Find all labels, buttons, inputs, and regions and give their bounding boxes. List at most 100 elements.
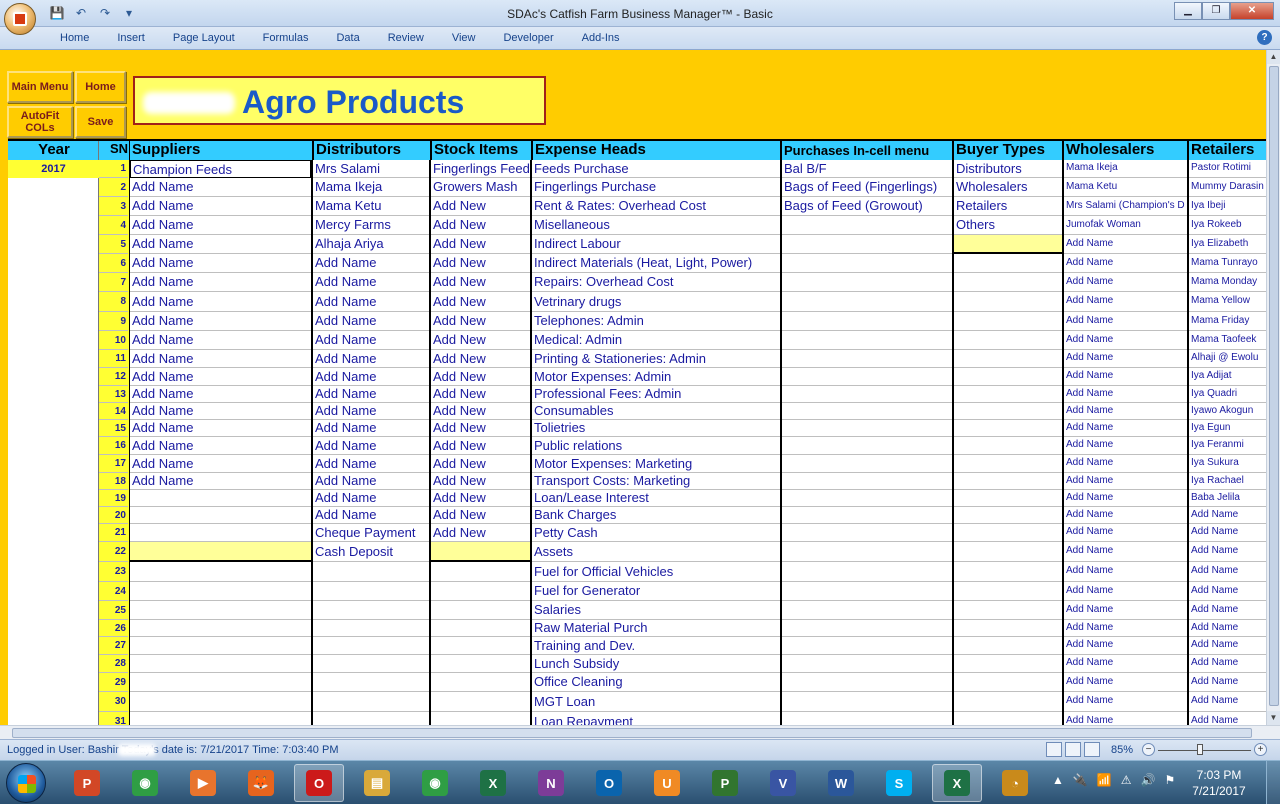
tab-add-ins[interactable]: Add-Ins [568, 32, 634, 44]
save-button[interactable]: Save [75, 106, 126, 138]
wholesaler-cell[interactable]: Add Name [1064, 637, 1187, 655]
wholesaler-cell[interactable]: Add Name [1064, 386, 1187, 403]
expense-head-cell[interactable]: Repairs: Overhead Cost [532, 273, 780, 292]
sn-cell[interactable]: 28 [99, 655, 128, 673]
wholesaler-cell[interactable]: Add Name [1064, 455, 1187, 473]
taskbar-app[interactable]: N [526, 764, 576, 802]
retailer-cell[interactable]: Add Name [1189, 692, 1266, 712]
start-button[interactable] [6, 763, 46, 803]
expense-head-cell[interactable]: Professional Fees: Admin [532, 386, 780, 403]
sn-cell[interactable]: 23 [99, 562, 128, 582]
distributors-cell[interactable]: Cheque Payment [313, 524, 429, 542]
stock-item-cell[interactable]: Add New [431, 386, 530, 403]
wholesaler-cell[interactable]: Add Name [1064, 292, 1187, 312]
purchase-item-cell[interactable] [782, 386, 952, 403]
autofit-columns-button[interactable]: AutoFit COLs [7, 106, 73, 138]
purchase-item-cell[interactable]: Bal B/F [782, 160, 952, 178]
tab-page-layout[interactable]: Page Layout [159, 32, 249, 44]
sn-cell[interactable]: 16 [99, 437, 128, 455]
distributors-cell[interactable]: Mama Ikeja [313, 178, 429, 197]
wholesaler-cell[interactable]: Add Name [1064, 473, 1187, 490]
retailer-cell[interactable]: Pastor Rotimi [1189, 160, 1266, 178]
sn-cell[interactable]: 3 [99, 197, 128, 216]
purchase-item-cell[interactable] [782, 254, 952, 273]
stock-item-cell[interactable]: Add New [431, 437, 530, 455]
distributors-cell[interactable]: Add Name [313, 254, 429, 273]
distributors-cell[interactable]: Add Name [313, 507, 429, 524]
wholesaler-cell[interactable]: Mama Ketu [1064, 178, 1187, 197]
expense-head-cell[interactable]: Loan Repayment [532, 712, 780, 725]
distributors-cell[interactable] [313, 582, 429, 601]
expense-head-cell[interactable]: Public relations [532, 437, 780, 455]
purchase-item-cell[interactable] [782, 273, 952, 292]
expense-head-cell[interactable]: Indirect Materials (Heat, Light, Power) [532, 254, 780, 273]
sn-cell[interactable]: 25 [99, 601, 128, 620]
taskbar-app[interactable]: ▤ [352, 764, 402, 802]
purchase-item-cell[interactable] [782, 620, 952, 637]
wholesaler-cell[interactable]: Add Name [1064, 368, 1187, 386]
buyer-type-cell[interactable] [954, 655, 1062, 673]
suppliers-cell[interactable]: Add Name [130, 386, 311, 403]
buyer-type-cell[interactable] [954, 601, 1062, 620]
purchase-item-cell[interactable] [782, 473, 952, 490]
sn-cell[interactable]: 20 [99, 507, 128, 524]
wholesaler-cell[interactable]: Add Name [1064, 582, 1187, 601]
expense-head-cell[interactable]: Assets [532, 542, 780, 562]
retailer-cell[interactable]: Alhaji @ Ewolu [1189, 350, 1266, 368]
sn-cell[interactable]: 30 [99, 692, 128, 712]
alert-icon[interactable]: ⚠ [1121, 773, 1132, 787]
buyer-type-cell[interactable] [954, 368, 1062, 386]
purchase-item-cell[interactable] [782, 368, 952, 386]
sn-cell[interactable]: 2 [99, 178, 128, 197]
sn-cell[interactable]: 19 [99, 490, 128, 507]
zoom-out-icon[interactable]: − [1142, 743, 1155, 756]
suppliers-cell[interactable] [130, 582, 311, 601]
horizontal-scrollbar[interactable] [0, 725, 1280, 739]
purchase-item-cell[interactable] [782, 542, 952, 562]
restore-button[interactable]: ❐ [1202, 2, 1230, 20]
buyer-type-cell[interactable] [954, 420, 1062, 437]
distributors-cell[interactable]: Mercy Farms [313, 216, 429, 235]
tab-formulas[interactable]: Formulas [249, 32, 323, 44]
buyer-type-cell[interactable]: Others [954, 216, 1062, 235]
distributors-cell[interactable]: Cash Deposit [313, 542, 429, 562]
distributors-cell[interactable]: Add Name [313, 368, 429, 386]
sn-cell[interactable]: 6 [99, 254, 128, 273]
distributors-cell[interactable]: Add Name [313, 292, 429, 312]
expense-head-cell[interactable]: Indirect Labour [532, 235, 780, 254]
distributors-cell[interactable]: Add Name [313, 403, 429, 420]
page-layout-view-icon[interactable] [1065, 742, 1081, 757]
wholesaler-cell[interactable]: Add Name [1064, 562, 1187, 582]
suppliers-cell[interactable]: Add Name [130, 368, 311, 386]
stock-item-cell[interactable] [431, 620, 530, 637]
suppliers-cell[interactable] [130, 655, 311, 673]
stock-item-cell[interactable] [431, 712, 530, 725]
stock-item-cell[interactable]: Add New [431, 473, 530, 490]
tab-insert[interactable]: Insert [103, 32, 159, 44]
home-button[interactable]: Home [75, 71, 126, 103]
retailer-cell[interactable]: Add Name [1189, 712, 1266, 726]
suppliers-cell[interactable] [130, 673, 311, 692]
suppliers-cell[interactable]: Add Name [130, 350, 311, 368]
distributors-cell[interactable] [313, 620, 429, 637]
wholesaler-cell[interactable]: Add Name [1064, 437, 1187, 455]
suppliers-cell[interactable] [130, 507, 311, 524]
distributors-cell[interactable]: Add Name [313, 490, 429, 507]
suppliers-cell[interactable] [130, 524, 311, 542]
stock-item-cell[interactable]: Add New [431, 350, 530, 368]
purchase-item-cell[interactable] [782, 235, 952, 254]
retailer-cell[interactable]: Add Name [1189, 582, 1266, 601]
retailer-cell[interactable]: Add Name [1189, 524, 1266, 542]
wholesaler-cell[interactable]: Add Name [1064, 712, 1187, 726]
stock-item-cell[interactable] [431, 562, 530, 582]
wholesaler-cell[interactable]: Add Name [1064, 312, 1187, 331]
sn-cell[interactable]: 8 [99, 292, 128, 312]
wholesaler-cell[interactable]: Add Name [1064, 655, 1187, 673]
stock-item-cell[interactable]: Add New [431, 368, 530, 386]
buyer-type-cell[interactable] [954, 712, 1062, 725]
wholesaler-cell[interactable]: Add Name [1064, 350, 1187, 368]
power-icon[interactable]: 🔌 [1073, 773, 1088, 787]
buyer-type-cell[interactable] [954, 273, 1062, 292]
expense-head-cell[interactable]: Misellaneous [532, 216, 780, 235]
purchase-item-cell[interactable] [782, 216, 952, 235]
